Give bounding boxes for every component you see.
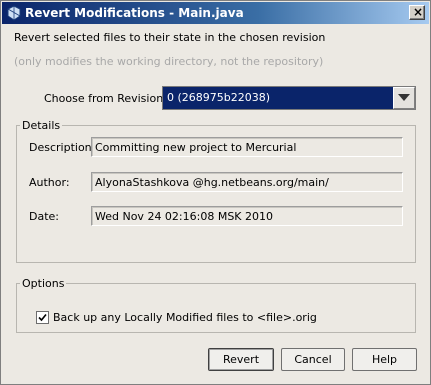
revisions-combo[interactable]: 0 (268975b22038)	[162, 86, 416, 110]
dialog-content: Revert selected files to their state in …	[2, 24, 429, 384]
backup-checkbox[interactable]	[36, 311, 49, 324]
window-title: Revert Modifications - Main.java	[25, 6, 244, 20]
chevron-down-icon	[398, 94, 410, 101]
description-label: Description:	[29, 141, 96, 154]
details-title: Details	[20, 119, 63, 132]
revisions-label: Choose from Revisions:	[44, 92, 173, 105]
options-group	[16, 283, 416, 333]
date-label: Date:	[29, 210, 59, 223]
checkmark-icon	[38, 313, 47, 322]
revert-button[interactable]: Revert	[208, 348, 274, 371]
author-value: AlyonaStashkova @hg.netbeans.org/main/	[95, 176, 329, 189]
options-title: Options	[20, 277, 67, 290]
combo-dropdown-button[interactable]	[393, 87, 415, 109]
description-value: Committing new project to Mercurial	[95, 141, 297, 154]
author-label: Author:	[29, 176, 70, 189]
date-field[interactable]: Wed Nov 24 02:16:08 MSK 2010	[91, 206, 403, 226]
close-button[interactable]: ×	[409, 5, 425, 20]
intro-note: (only modifies the working directory, no…	[14, 55, 324, 68]
intro-text: Revert selected files to their state in …	[14, 31, 326, 44]
revisions-selected: 0 (268975b22038)	[167, 91, 271, 104]
author-field[interactable]: AlyonaStashkova @hg.netbeans.org/main/	[91, 172, 403, 192]
revert-dialog: Revert Modifications - Main.java × Rever…	[0, 0, 431, 385]
netbeans-icon	[6, 5, 22, 21]
close-icon: ×	[413, 5, 424, 19]
description-field[interactable]: Committing new project to Mercurial	[91, 137, 403, 157]
cancel-button[interactable]: Cancel	[281, 348, 345, 371]
backup-label[interactable]: Back up any Locally Modified files to <f…	[53, 311, 317, 324]
title-bar[interactable]: Revert Modifications - Main.java ×	[2, 2, 429, 24]
date-value: Wed Nov 24 02:16:08 MSK 2010	[95, 210, 274, 223]
help-button[interactable]: Help	[352, 348, 417, 371]
